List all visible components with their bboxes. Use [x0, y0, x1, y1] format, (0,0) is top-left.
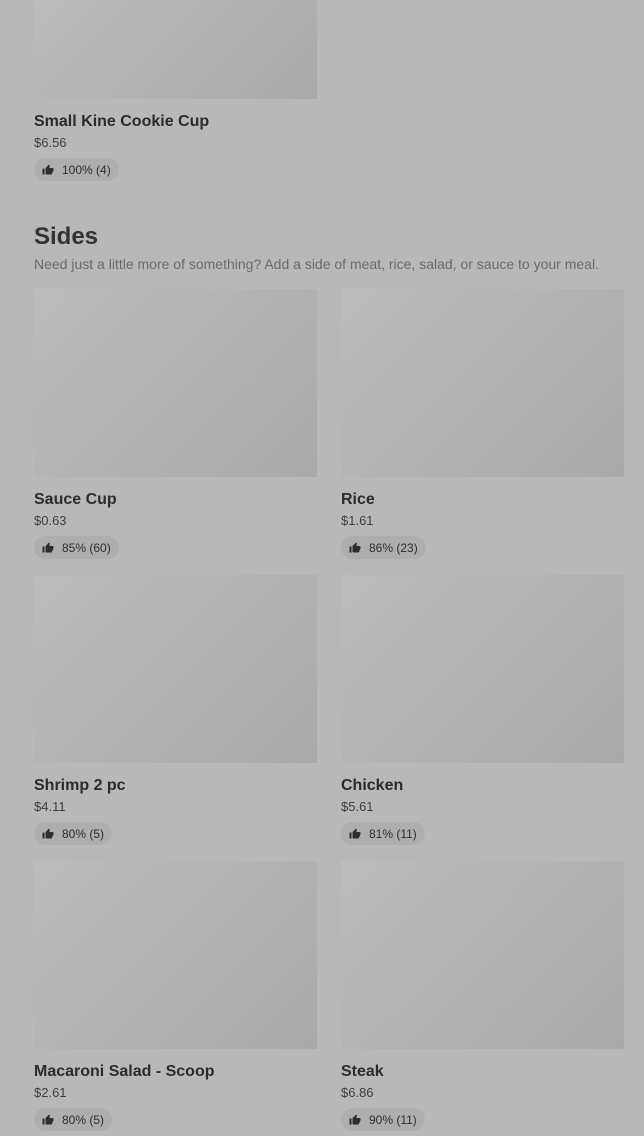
thumbs-up-icon — [42, 164, 54, 174]
menu-item-card[interactable]: Small Kine Cookie Cup $6.56 100% (4) — [34, 0, 317, 181]
item-image — [34, 0, 317, 99]
rating-badge: 90% (11) — [341, 1108, 425, 1131]
thumbs-up-icon — [349, 542, 361, 552]
rating-badge: 80% (5) — [34, 1108, 113, 1131]
item-name: Steak — [341, 1063, 384, 1080]
menu-page: Small Kine Cookie Cup $6.56 100% (4) Sid… — [0, 0, 644, 1136]
item-name: Sauce Cup — [34, 491, 117, 508]
rating-text: 100% (4) — [62, 162, 111, 177]
item-price: $6.56 — [34, 135, 67, 150]
rating-badge: 86% (23) — [341, 536, 426, 559]
item-name: Shrimp 2 pc — [34, 777, 126, 794]
item-price: $2.61 — [34, 1085, 67, 1100]
rating-badge: 80% (5) — [34, 822, 113, 845]
item-image — [341, 575, 624, 763]
thumbs-up-icon — [349, 1114, 361, 1124]
rating-text: 80% (5) — [62, 1112, 105, 1127]
rating-badge: 100% (4) — [34, 158, 119, 181]
rating-text: 86% (23) — [369, 540, 418, 555]
rating-text: 80% (5) — [62, 826, 105, 841]
item-name: Small Kine Cookie Cup — [34, 113, 210, 130]
item-image — [34, 575, 317, 763]
menu-item-card[interactable]: Macaroni Salad - Scoop $2.61 80% (5) — [34, 861, 317, 1131]
item-price: $4.11 — [34, 799, 66, 814]
menu-item-card[interactable]: Sauce Cup $0.63 85% (60) — [34, 289, 317, 559]
menu-item-card[interactable]: Steak $6.86 90% (11) — [341, 861, 624, 1131]
item-image — [34, 861, 317, 1049]
item-image — [34, 289, 317, 477]
thumbs-up-icon — [42, 828, 54, 838]
menu-item-card[interactable]: Shrimp 2 pc $4.11 80% (5) — [34, 575, 317, 845]
thumbs-up-icon — [349, 828, 361, 838]
item-image — [341, 289, 624, 477]
item-image — [341, 861, 624, 1049]
menu-item-card[interactable]: Chicken $5.61 81% (11) — [341, 575, 624, 845]
menu-item-card[interactable]: Rice $1.61 86% (23) — [341, 289, 624, 559]
rating-badge: 85% (60) — [34, 536, 119, 559]
rating-text: 90% (11) — [369, 1112, 417, 1127]
thumbs-up-icon — [42, 1114, 54, 1124]
item-name: Macaroni Salad - Scoop — [34, 1063, 215, 1080]
rating-text: 81% (11) — [369, 826, 417, 841]
rating-text: 85% (60) — [62, 540, 111, 555]
section-title: Sides — [34, 223, 99, 250]
item-name: Chicken — [341, 777, 404, 794]
item-price: $5.61 — [341, 799, 374, 814]
item-price: $1.61 — [341, 513, 374, 528]
section-description: Need just a little more of something? Ad… — [34, 256, 599, 272]
item-name: Rice — [341, 491, 375, 508]
item-price: $0.63 — [34, 513, 67, 528]
item-price: $6.86 — [341, 1085, 374, 1100]
thumbs-up-icon — [42, 542, 54, 552]
rating-badge: 81% (11) — [341, 822, 425, 845]
